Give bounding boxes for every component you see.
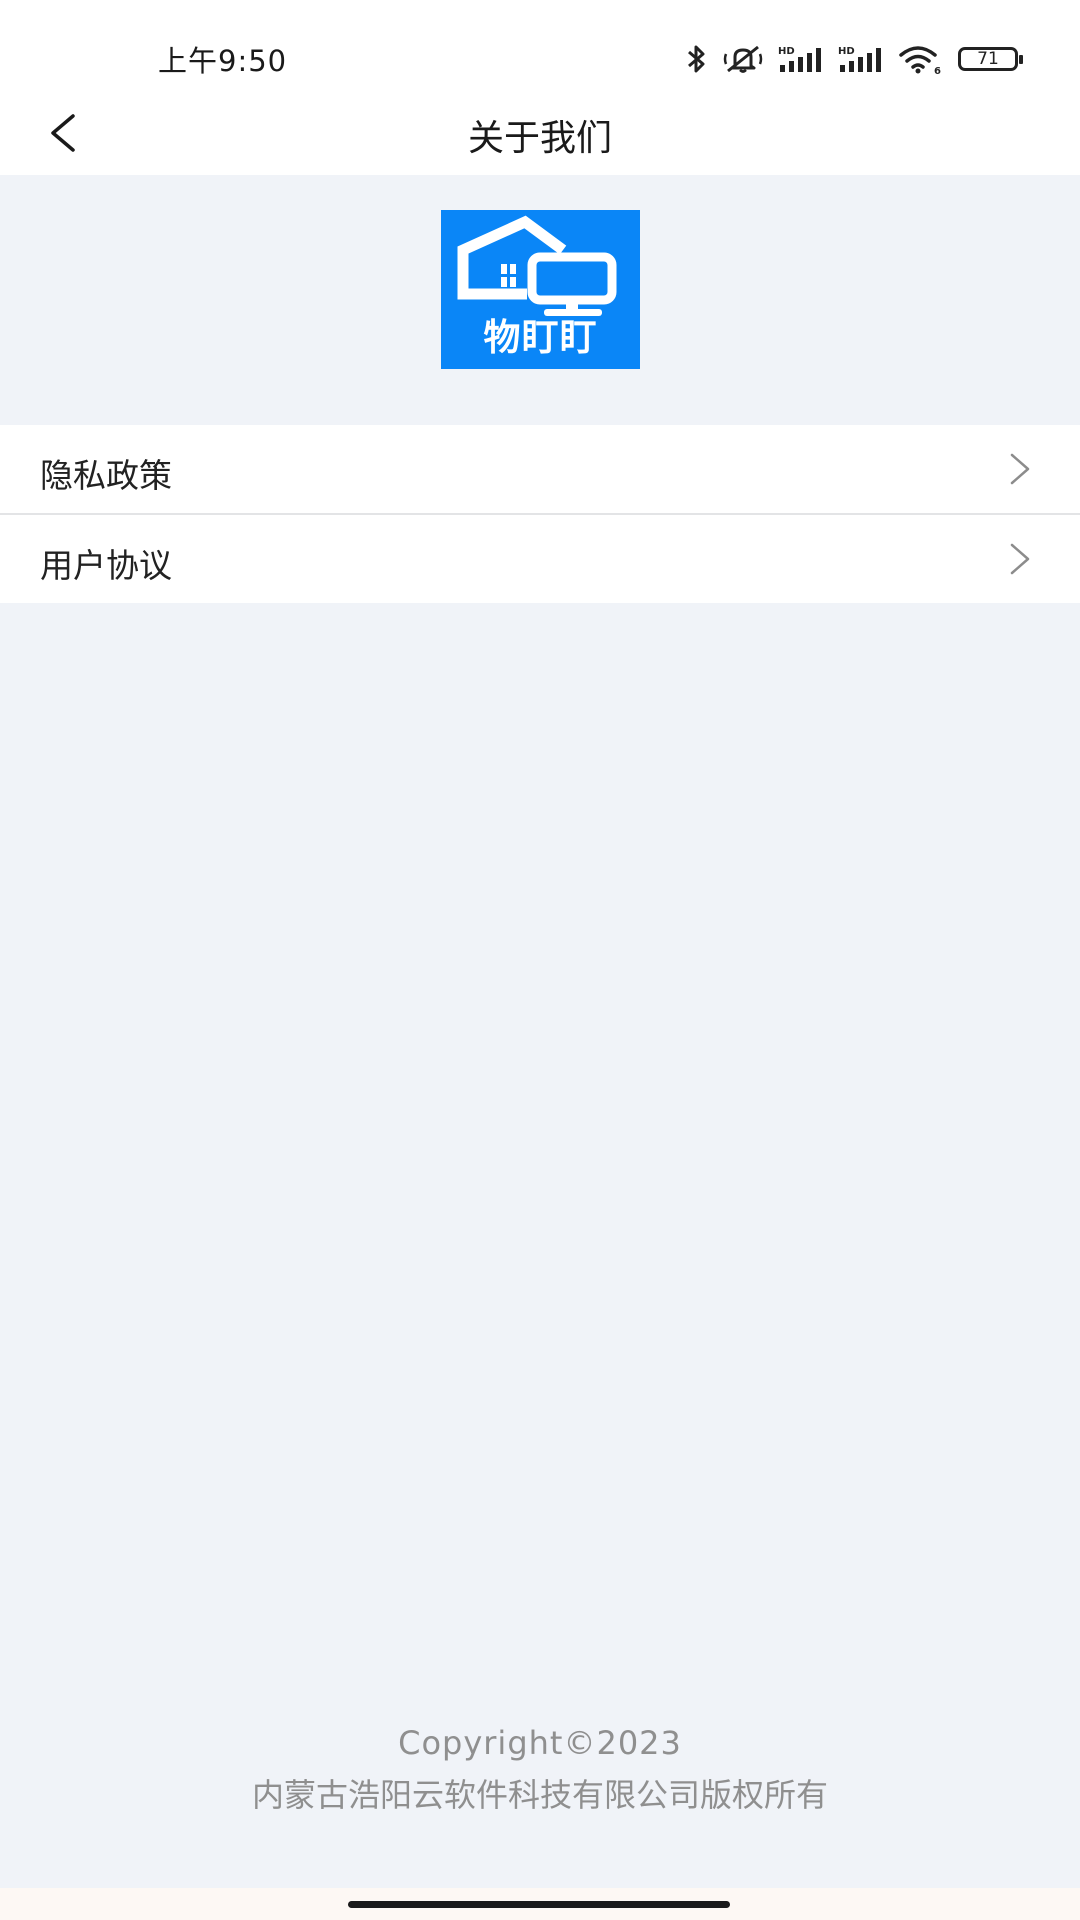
battery-level: 71 bbox=[977, 49, 999, 69]
menu-item-privacy-policy[interactable]: 隐私政策 bbox=[0, 425, 1080, 513]
hd-label: HD bbox=[838, 46, 855, 57]
page-title: 关于我们 bbox=[467, 118, 612, 159]
status-time: 上午9:50 bbox=[158, 44, 288, 78]
house-monitor-icon bbox=[457, 215, 617, 316]
menu-item-label: 用户协议 bbox=[40, 546, 172, 585]
logo-text: 物盯盯 bbox=[483, 316, 598, 359]
bluetooth-icon bbox=[686, 43, 708, 75]
mute-icon bbox=[722, 44, 764, 74]
wifi-icon: 6 bbox=[898, 44, 944, 74]
nav-bar: 关于我们 bbox=[0, 95, 1080, 175]
chevron-right-icon bbox=[1008, 451, 1032, 491]
logo-section: 物盯盯 bbox=[0, 175, 1080, 425]
hd-signal-icon: HD bbox=[778, 44, 824, 74]
status-icons: HD HD 6 71 bbox=[686, 40, 1023, 78]
hd-signal-icon: HD bbox=[838, 44, 884, 74]
battery-icon: 71 bbox=[958, 47, 1023, 71]
copyright-text: Copyright©2023 bbox=[398, 1724, 682, 1762]
hd-label: HD bbox=[778, 46, 795, 57]
company-text: 内蒙古浩阳云软件科技有限公司版权所有 bbox=[251, 1776, 828, 1814]
footer: Copyright©2023 内蒙古浩阳云软件科技有限公司版权所有 bbox=[0, 1718, 1080, 1822]
menu-item-user-agreement[interactable]: 用户协议 bbox=[0, 513, 1080, 603]
screen: 上午9:50 HD HD 6 71 关于我们 物盯盯 隐私政策 用户协议 Cop… bbox=[0, 0, 1080, 1920]
home-bar-area bbox=[0, 1888, 1080, 1920]
menu-item-label: 隐私政策 bbox=[40, 456, 172, 495]
app-logo: 物盯盯 bbox=[441, 210, 640, 369]
chevron-right-icon bbox=[1008, 541, 1032, 581]
home-indicator[interactable] bbox=[348, 1901, 730, 1908]
wifi-label: 6 bbox=[934, 66, 941, 74]
menu-list: 隐私政策 用户协议 bbox=[0, 425, 1080, 603]
status-bar: 上午9:50 HD HD 6 71 bbox=[0, 0, 1080, 95]
